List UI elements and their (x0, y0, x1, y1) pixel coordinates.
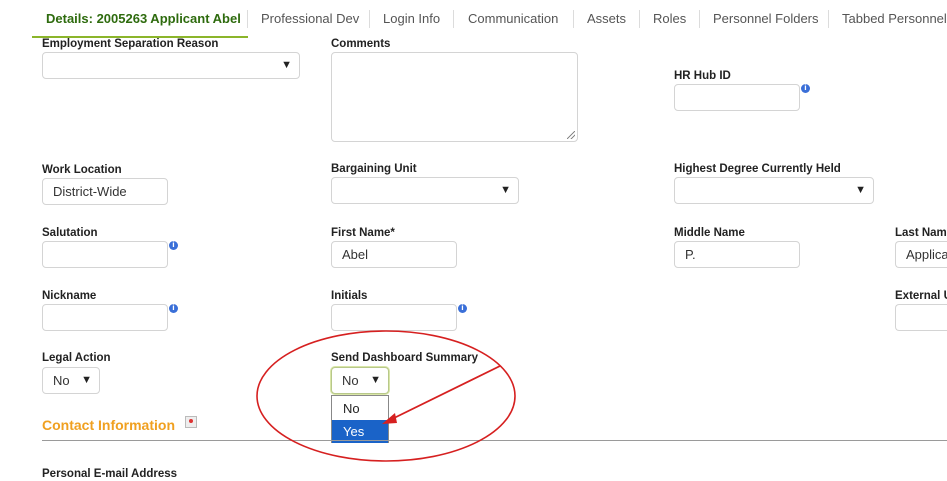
chevron-down-icon: ▼ (281, 59, 292, 71)
tab-separator (369, 10, 370, 28)
tab-communication[interactable]: Communication (468, 0, 558, 38)
legal-action-value: No (53, 373, 70, 388)
last-name-value: Applicant (906, 247, 947, 262)
chevron-down-icon: ▼ (855, 184, 866, 196)
tab-roles[interactable]: Roles (653, 0, 686, 38)
map-pin-icon[interactable] (185, 416, 197, 428)
comments-textarea[interactable] (331, 52, 578, 142)
work-location-value: District-Wide (53, 184, 127, 199)
send-dashboard-label: Send Dashboard Summary (331, 352, 478, 364)
salutation-label: Salutation (42, 227, 98, 239)
legal-action-select[interactable]: No ▼ (42, 367, 100, 394)
middle-name-value: P. (685, 247, 696, 262)
tab-tabbed-personnel[interactable]: Tabbed Personnel (842, 0, 947, 38)
tab-assets[interactable]: Assets (587, 0, 626, 38)
tab-login-info[interactable]: Login Info (383, 0, 440, 38)
personal-email-label: Personal E-mail Address (42, 468, 178, 480)
tab-separator (639, 10, 640, 28)
resize-grip-icon[interactable] (567, 131, 575, 139)
info-icon[interactable]: i (458, 304, 467, 313)
bargaining-unit-select[interactable]: ▼ (331, 177, 519, 204)
salutation-input[interactable] (42, 241, 168, 268)
chevron-down-icon: ▼ (370, 374, 381, 386)
initials-input[interactable] (331, 304, 457, 331)
tab-separator (573, 10, 574, 28)
legal-action-label: Legal Action (42, 352, 111, 364)
first-name-value: Abel (342, 247, 369, 262)
hr-hub-id-label: HR Hub ID (674, 70, 731, 82)
bargaining-unit-label: Bargaining Unit (331, 163, 417, 175)
section-divider (42, 440, 947, 441)
annotation-arrow-line (389, 365, 501, 421)
highest-degree-label: Highest Degree Currently Held (674, 163, 841, 175)
tab-separator (247, 10, 248, 28)
tab-separator (453, 10, 454, 28)
nickname-label: Nickname (42, 290, 97, 302)
tab-professional-dev[interactable]: Professional Dev (261, 0, 359, 38)
tab-separator (828, 10, 829, 28)
info-icon[interactable]: i (169, 241, 178, 250)
last-name-label: Last Name (895, 227, 947, 239)
hr-hub-id-input[interactable] (674, 84, 800, 111)
tab-bar: Details: 2005263 Applicant Abel Professi… (0, 0, 947, 38)
work-location-label: Work Location (42, 164, 122, 176)
external-input[interactable] (895, 304, 947, 331)
nickname-input[interactable] (42, 304, 168, 331)
separation-reason-label: Employment Separation Reason (42, 38, 219, 50)
middle-name-label: Middle Name (674, 227, 745, 239)
tab-personnel-folders[interactable]: Personnel Folders (713, 0, 819, 38)
middle-name-input[interactable]: P. (674, 241, 800, 268)
info-icon[interactable]: i (169, 304, 178, 313)
highest-degree-select[interactable]: ▼ (674, 177, 874, 204)
separation-reason-select[interactable]: ▼ (42, 52, 300, 79)
send-dashboard-select[interactable]: No ▼ (331, 367, 389, 394)
send-dashboard-options: No Yes (331, 395, 389, 443)
chevron-down-icon: ▼ (500, 184, 511, 196)
send-dashboard-value: No (342, 373, 359, 388)
external-label: External UID (895, 290, 947, 302)
chevron-down-icon: ▼ (81, 374, 92, 386)
option-no[interactable]: No (332, 397, 388, 420)
tab-details[interactable]: Details: 2005263 Applicant Abel (46, 0, 241, 38)
info-icon[interactable]: i (801, 84, 810, 93)
first-name-label: First Name* (331, 227, 395, 239)
initials-label: Initials (331, 290, 368, 302)
last-name-input[interactable]: Applicant (895, 241, 947, 268)
contact-information-heading: Contact Information (42, 417, 175, 433)
work-location-input[interactable]: District-Wide (42, 178, 168, 205)
first-name-input[interactable]: Abel (331, 241, 457, 268)
comments-label: Comments (331, 38, 391, 50)
tab-separator (699, 10, 700, 28)
